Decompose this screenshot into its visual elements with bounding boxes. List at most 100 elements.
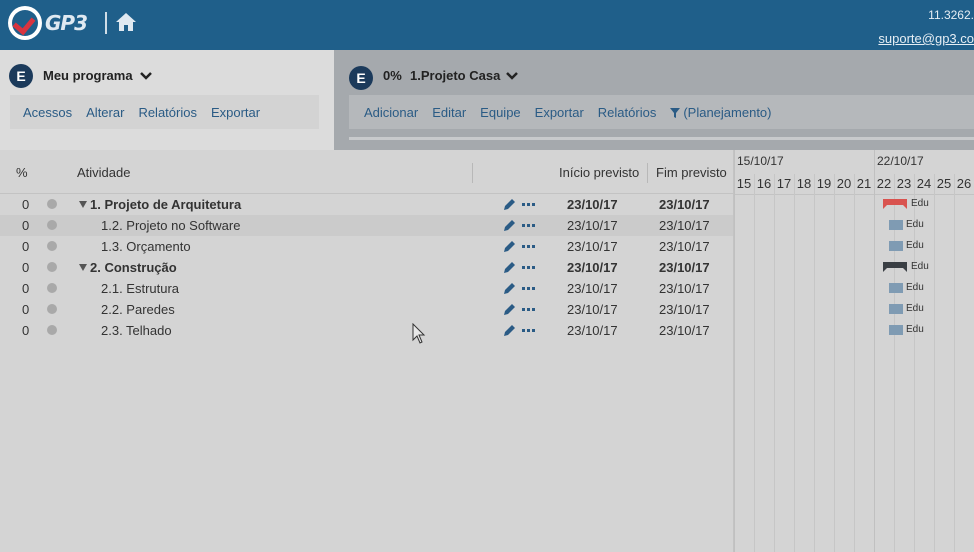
task-row[interactable]: 0 2.3. Telhado 23/10/17 23/10/17 (0, 320, 733, 341)
collapse-triangle-icon[interactable] (79, 264, 87, 271)
chevron-down-icon[interactable] (505, 71, 519, 81)
task-row[interactable]: 0 2. Construção 23/10/17 23/10/17 (0, 257, 733, 278)
header-percent[interactable]: % (16, 165, 28, 180)
more-options-icon[interactable] (522, 245, 535, 248)
task-end-date[interactable]: 23/10/17 (659, 197, 710, 212)
more-options-icon[interactable] (522, 203, 535, 206)
task-end-date[interactable]: 23/10/17 (659, 302, 710, 317)
more-options-icon[interactable] (522, 329, 535, 332)
task-end-date[interactable]: 23/10/17 (659, 323, 710, 338)
task-name[interactable]: 1.2. Projeto no Software (101, 218, 240, 233)
collapse-triangle-icon[interactable] (79, 201, 87, 208)
task-name[interactable]: 2.1. Estrutura (101, 281, 179, 296)
menu-exportar-projeto[interactable]: Exportar (535, 105, 584, 120)
logo-text: GP3 (45, 11, 88, 35)
pencil-edit-icon[interactable] (503, 240, 516, 253)
gantt-resource-label: Edu (906, 303, 924, 314)
menu-relatorios[interactable]: Relatórios (138, 105, 197, 120)
pencil-edit-icon[interactable] (503, 261, 516, 274)
support-email-link[interactable]: suporte@gp3.co (878, 31, 974, 46)
task-name[interactable]: 1.3. Orçamento (101, 239, 191, 254)
filter-planejamento[interactable]: (Planejamento) (670, 105, 771, 120)
filter-icon (670, 107, 681, 118)
menu-exportar[interactable]: Exportar (211, 105, 260, 120)
header-start[interactable]: Início previsto (559, 165, 639, 180)
menu-relatorios-projeto[interactable]: Relatórios (598, 105, 657, 120)
home-icon[interactable] (115, 12, 137, 32)
gantt-week-label: 22/10/17 (877, 154, 924, 168)
menu-editar[interactable]: Editar (432, 105, 466, 120)
status-dot (47, 283, 57, 293)
gantt-resource-label: Edu (911, 198, 929, 209)
gantt-task-bar[interactable] (889, 283, 903, 293)
task-end-date[interactable]: 23/10/17 (659, 281, 710, 296)
task-name-text: 1.3. Orçamento (101, 239, 191, 254)
task-row[interactable]: 0 1. Projeto de Arquitetura 23/10/17 23/10/… (0, 194, 733, 215)
task-start-date[interactable]: 23/10/17 (567, 218, 618, 233)
gp3-logo[interactable]: GP3 (8, 6, 100, 40)
menu-acessos[interactable]: Acessos (23, 105, 72, 120)
task-name-text: 2.2. Paredes (101, 302, 175, 317)
task-row[interactable]: 0 2.1. Estrutura 23/10/17 23/10/17 (0, 278, 733, 299)
program-title[interactable]: Meu programa (43, 68, 133, 83)
task-row[interactable]: 0 2.2. Paredes 23/10/17 23/10/17 (0, 299, 733, 320)
task-name[interactable]: 2.2. Paredes (101, 302, 175, 317)
task-percent: 0 (22, 281, 30, 296)
header-activity[interactable]: Atividade (77, 165, 130, 180)
phone-text: 11.3262. (928, 8, 974, 22)
pencil-edit-icon[interactable] (503, 219, 516, 232)
more-options-icon[interactable] (522, 308, 535, 311)
gantt-task-bar[interactable] (889, 220, 903, 230)
task-start-date[interactable]: 23/10/17 (567, 302, 618, 317)
gantt-day-label: 21 (856, 176, 872, 191)
pencil-edit-icon[interactable] (503, 324, 516, 337)
pencil-edit-icon[interactable] (503, 198, 516, 211)
column-resizer[interactable] (472, 163, 473, 183)
menu-alterar[interactable]: Alterar (86, 105, 124, 120)
task-start-date[interactable]: 23/10/17 (567, 281, 618, 296)
task-name-text: 1. Projeto de Arquitetura (90, 197, 242, 212)
status-dot (47, 241, 57, 251)
task-end-date[interactable]: 23/10/17 (659, 239, 710, 254)
status-dot (47, 220, 57, 230)
gantt-resource-label: Edu (911, 261, 929, 272)
more-options-icon[interactable] (522, 266, 535, 269)
header-end[interactable]: Fim previsto (656, 165, 727, 180)
task-row[interactable]: 0 1.2. Projeto no Software 23/10/17 23/10/1… (0, 215, 733, 236)
task-name[interactable]: 1. Projeto de Arquitetura (79, 197, 241, 212)
status-dot (47, 325, 57, 335)
gantt-resource-label: Edu (906, 324, 924, 335)
task-start-date[interactable]: 23/10/17 (567, 197, 618, 212)
gantt-day-column (894, 174, 895, 552)
gantt-day-column (814, 174, 815, 552)
gantt-day-column (934, 174, 935, 552)
project-progress: 0% (383, 68, 402, 83)
project-title[interactable]: 1.Projeto Casa (410, 68, 500, 83)
pencil-edit-icon[interactable] (503, 303, 516, 316)
task-end-date[interactable]: 23/10/17 (659, 218, 710, 233)
gantt-summary-bar[interactable] (883, 199, 907, 209)
task-end-date[interactable]: 23/10/17 (659, 260, 710, 275)
gantt-task-bar[interactable] (889, 304, 903, 314)
task-name[interactable]: 2. Construção (79, 260, 177, 275)
task-name[interactable]: 2.3. Telhado (101, 323, 172, 338)
gantt-day-column (954, 174, 955, 552)
task-start-date[interactable]: 23/10/17 (567, 260, 618, 275)
more-options-icon[interactable] (522, 287, 535, 290)
more-options-icon[interactable] (522, 224, 535, 227)
project-menu: Adicionar Editar Equipe Exportar Relatór… (349, 95, 974, 129)
task-percent: 0 (22, 302, 30, 317)
pencil-edit-icon[interactable] (503, 282, 516, 295)
task-row[interactable]: 0 1.3. Orçamento 23/10/17 23/10/17 (0, 236, 733, 257)
gantt-task-bar[interactable] (889, 241, 903, 251)
task-start-date[interactable]: 23/10/17 (567, 323, 618, 338)
gantt-day-column (754, 174, 755, 552)
gantt-task-bar[interactable] (889, 325, 903, 335)
gantt-summary-bar[interactable] (883, 262, 907, 272)
menu-equipe[interactable]: Equipe (480, 105, 520, 120)
chevron-down-icon[interactable] (139, 71, 153, 81)
grid-header: % Atividade Início previsto Fim previsto (0, 150, 733, 194)
column-resizer[interactable] (647, 163, 648, 183)
task-start-date[interactable]: 23/10/17 (567, 239, 618, 254)
menu-adicionar[interactable]: Adicionar (364, 105, 418, 120)
